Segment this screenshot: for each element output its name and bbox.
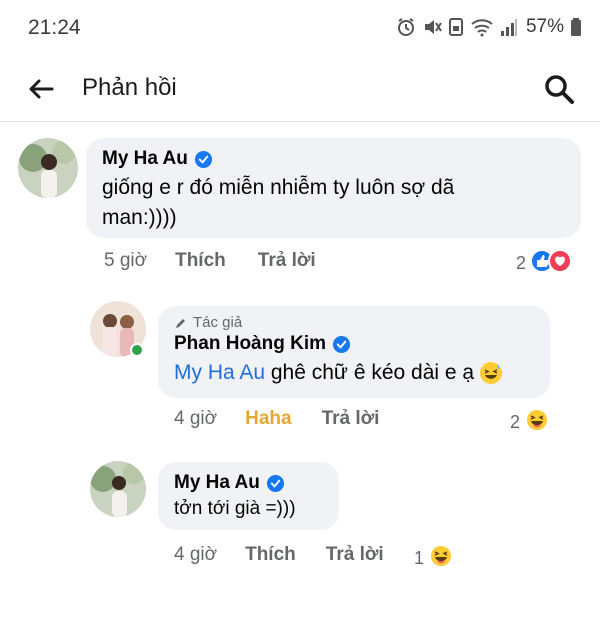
reaction-summary[interactable]: 2 xyxy=(516,249,573,278)
comment-time: 4 giờ xyxy=(174,408,218,429)
reply-button[interactable]: Trả lời xyxy=(258,250,316,272)
comment-bubble[interactable]: Tác giả Phan Hoàng Kim My Ha Au ghê chữ … xyxy=(158,306,550,398)
app-header: Phản hồi xyxy=(0,58,600,122)
signal-icon xyxy=(500,17,518,37)
comment-bubble[interactable]: My Ha Au giống e r đó miễn nhiễm ty luôn… xyxy=(86,138,581,238)
comment-text: My Ha Au ghê chữ ê kéo dài e ạ xyxy=(174,358,534,388)
comment-text: tởn tới già =))) xyxy=(174,498,296,519)
comment-text: giống e r đó miễn nhiễm ty luôn sợ dã ma… xyxy=(102,176,455,229)
like-button[interactable]: Thích xyxy=(245,544,296,566)
comment-actions: 5 giờ Thích Trả lời xyxy=(104,250,316,272)
comment-text-body: ghê chữ ê kéo dài e ạ xyxy=(265,361,475,384)
reply-button[interactable]: Trả lời xyxy=(326,544,384,566)
comment-actions: 4 giờ Thích Trả lời xyxy=(174,544,384,566)
battery-level: 57% xyxy=(525,16,564,37)
reaction-summary[interactable]: 2 xyxy=(510,407,550,438)
verified-badge-icon xyxy=(266,474,284,492)
haha-icon xyxy=(428,543,454,574)
author-tag-label: Tác giả xyxy=(193,314,243,331)
back-arrow-icon xyxy=(29,79,54,99)
reaction-count: 2 xyxy=(516,253,527,273)
author-row: Phan Hoàng Kim xyxy=(174,333,534,355)
comment-bubble[interactable]: My Ha Au tởn tới già =))) xyxy=(158,462,339,530)
author-row: My Ha Au xyxy=(102,148,565,170)
status-bar: 21:24 57% xyxy=(0,0,600,58)
author-name[interactable]: Phan Hoàng Kim xyxy=(174,333,326,355)
search-button[interactable] xyxy=(542,72,576,106)
page-title: Phản hồi xyxy=(82,74,177,101)
reply-button[interactable]: Trả lời xyxy=(322,408,380,430)
comment-time: 5 giờ xyxy=(104,250,148,271)
status-icons: 57% xyxy=(396,16,582,38)
status-time: 21:24 xyxy=(28,16,81,39)
alarm-icon xyxy=(396,17,416,37)
author-row: My Ha Au xyxy=(174,472,323,494)
mention-link[interactable]: My Ha Au xyxy=(174,358,265,388)
reaction-summary[interactable]: 1 xyxy=(414,543,454,574)
search-icon xyxy=(545,75,574,104)
back-button[interactable] xyxy=(26,74,56,104)
online-status-indicator xyxy=(130,343,144,357)
comment-time: 4 giờ xyxy=(174,544,218,565)
avatar[interactable] xyxy=(18,138,78,198)
mute-icon xyxy=(422,17,442,37)
avatar[interactable] xyxy=(90,461,146,517)
reaction-count: 1 xyxy=(414,548,425,568)
author-name[interactable]: My Ha Au xyxy=(102,148,188,170)
haha-icon xyxy=(524,407,550,438)
lock-screen-icon xyxy=(448,17,464,37)
reaction-count: 2 xyxy=(510,412,521,432)
verified-badge-icon xyxy=(194,150,212,168)
grinning-sweat-emoji-icon xyxy=(478,360,504,386)
haha-reaction-button[interactable]: Haha xyxy=(245,408,291,430)
author-tag: Tác giả xyxy=(174,314,534,331)
wifi-icon xyxy=(470,17,494,37)
like-button[interactable]: Thích xyxy=(175,250,226,272)
love-icon xyxy=(548,249,573,278)
pencil-icon xyxy=(176,318,185,328)
verified-badge-icon xyxy=(332,335,351,353)
battery-icon xyxy=(570,17,582,37)
author-name[interactable]: My Ha Au xyxy=(174,472,260,494)
comment-actions: 4 giờ Haha Trả lời xyxy=(174,408,379,430)
